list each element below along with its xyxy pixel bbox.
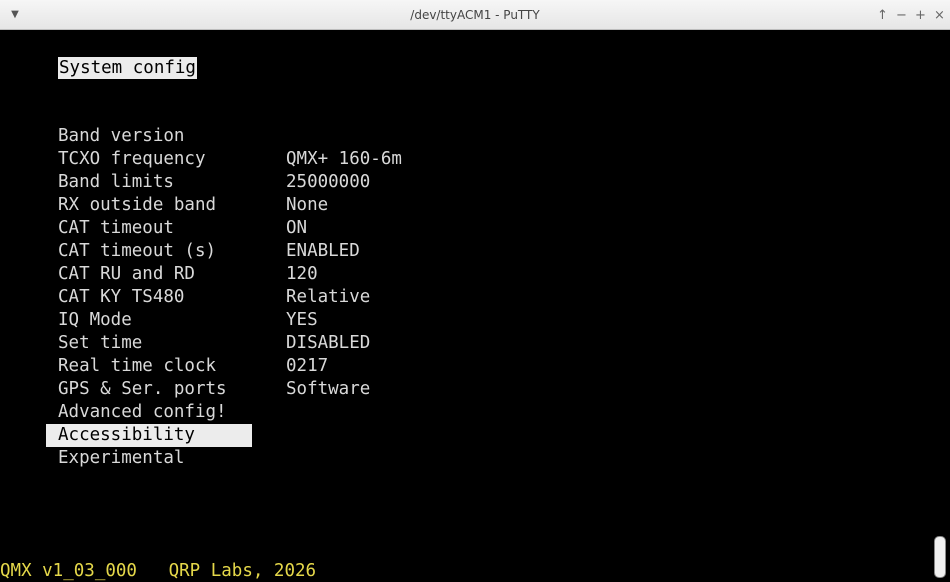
menu-item-tcxo-frequency[interactable]: TCXO frequency 25000000 xyxy=(58,125,370,192)
menu-item-cat-ky-ts480[interactable]: CAT KY TS480 YES xyxy=(58,263,318,330)
menu-item-band-version[interactable]: Band version QMX+ 160-6m xyxy=(58,102,402,169)
close-icon[interactable]: × xyxy=(934,8,945,23)
keep-above-icon[interactable]: ↑ xyxy=(877,8,888,23)
menu-item-value: 0217 xyxy=(286,356,329,376)
menu-item-cat-ru-rd[interactable]: CAT RU and RD Relative xyxy=(58,240,370,307)
maximize-icon[interactable]: + xyxy=(915,8,926,23)
menu-item-value: Software xyxy=(286,379,371,399)
minimize-icon[interactable]: − xyxy=(896,8,907,23)
menu-item-value: DISABLED xyxy=(286,333,371,353)
menu-item-set-time[interactable]: Set time 0217 xyxy=(58,309,328,376)
scrollbar-thumb[interactable] xyxy=(934,536,946,578)
window-controls: ↑ − + × xyxy=(877,0,945,30)
menu-item-value: 120 xyxy=(286,264,318,284)
terminal-screen[interactable]: System config Band version QMX+ 160-6m T… xyxy=(0,34,930,582)
menu-item-value: ENABLED xyxy=(286,241,360,261)
menu-item-accessibility[interactable]: Accessibility xyxy=(46,401,252,447)
menu-item-value: QMX+ 160-6m xyxy=(286,149,402,169)
menu-item-value: 25000000 xyxy=(286,172,371,192)
window-title: /dev/ttyACM1 - PuTTY xyxy=(410,8,540,22)
menu-item-value: None xyxy=(286,195,329,215)
menu-title: System config xyxy=(58,57,197,79)
menu-item-real-time-clock[interactable]: Real time clock Software xyxy=(58,332,370,399)
putty-window: ▼ /dev/ttyACM1 - PuTTY ↑ − + × System co… xyxy=(0,0,950,582)
menu-item-advanced-config[interactable]: Advanced config! xyxy=(58,378,227,422)
firmware-footer: QMX v1_03_000 QRP Labs, 2026 xyxy=(0,561,317,581)
menu-item-cat-timeout[interactable]: CAT timeout ENABLED xyxy=(58,194,360,261)
menu-item-value: Relative xyxy=(286,287,371,307)
menu-item-rx-outside-band[interactable]: RX outside band ON xyxy=(58,171,307,238)
menu-item-value: ON xyxy=(286,218,308,238)
menu-item-label: Experimental xyxy=(58,448,185,468)
menu-item-cat-timeout-s[interactable]: CAT timeout (s) 120 xyxy=(58,217,318,284)
menu-item-band-limits[interactable]: Band limits None xyxy=(58,148,328,215)
menu-item-iq-mode[interactable]: IQ Mode DISABLED xyxy=(58,286,370,353)
vertical-scrollbar[interactable] xyxy=(930,30,950,582)
title-bar[interactable]: ▼ /dev/ttyACM1 - PuTTY ↑ − + × xyxy=(0,0,950,30)
menu-item-value: YES xyxy=(286,310,318,330)
menu-item-gps-ser-ports[interactable]: GPS & Ser. ports xyxy=(58,355,227,399)
menu-item-experimental[interactable]: Experimental xyxy=(58,424,184,468)
